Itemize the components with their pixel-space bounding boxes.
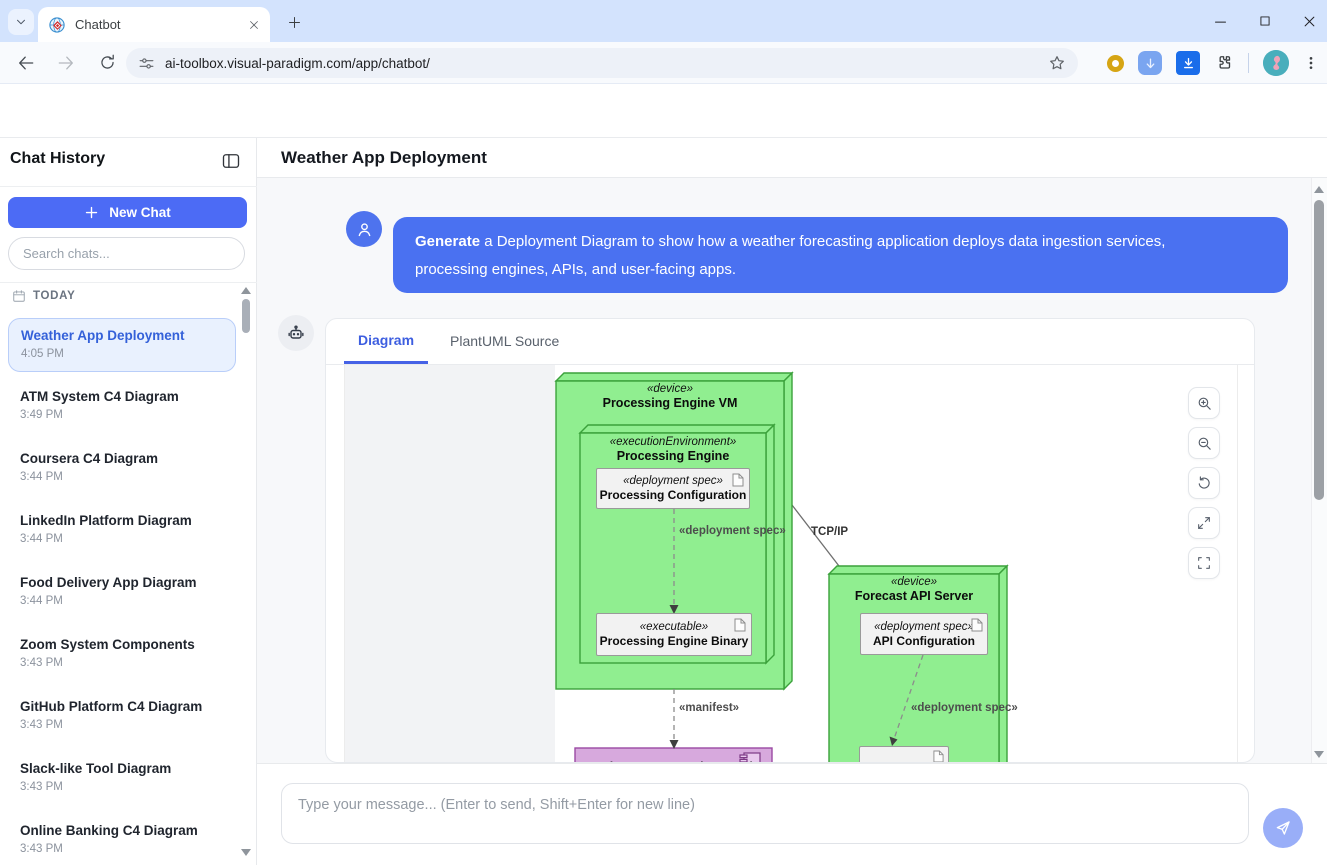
extensions-puzzle-icon[interactable] <box>1214 53 1234 73</box>
artifact-processing-configuration: «deployment spec» Processing Configurati… <box>596 468 750 509</box>
deployment-diagram-shapes <box>345 365 1238 763</box>
document-icon <box>933 750 944 763</box>
chat-item-online-banking[interactable]: Online Banking C4 Diagram 3:43 PM <box>8 814 236 865</box>
send-button[interactable] <box>1263 808 1303 848</box>
chat-item-food-delivery[interactable]: Food Delivery App Diagram 3:44 PM <box>8 566 236 620</box>
edge-label-manifest: «manifest» <box>679 702 739 714</box>
window-controls <box>1213 0 1317 42</box>
user-message-avatar <box>346 211 382 247</box>
zoom-in-button[interactable] <box>1188 387 1220 419</box>
user-message-bubble: Generate a Deployment Diagram to show ho… <box>393 217 1288 293</box>
artifact-processing-engine-binary: «executable» Processing Engine Binary <box>596 613 752 656</box>
chat-item-atm-system[interactable]: ATM System C4 Diagram 3:49 PM <box>8 380 236 434</box>
diagram-tabbar: Diagram PlantUML Source <box>326 319 1254 365</box>
tab-plantuml-source[interactable]: PlantUML Source <box>446 318 563 364</box>
sidebar-scroll-up-arrow[interactable] <box>241 287 251 294</box>
extensions-row <box>1107 42 1319 84</box>
zoom-in-icon <box>1196 395 1213 412</box>
message-line2: processing engines, APIs, and user-facin… <box>415 261 736 278</box>
page-title: Weather App Deployment <box>281 148 487 168</box>
document-icon <box>734 618 746 632</box>
tab-title: Chatbot <box>75 17 248 32</box>
message-input[interactable] <box>281 783 1249 844</box>
browser-window: Chatbot ai-toolbox.visual-paradigm.com/a… <box>0 0 1327 865</box>
reload-button[interactable] <box>98 53 117 72</box>
person-icon <box>355 220 374 239</box>
node-processing-vm-label: «device» Processing Engine VM <box>556 383 784 410</box>
sidebar-scroll-down-arrow[interactable] <box>241 849 251 856</box>
sidebar-divider <box>0 186 257 187</box>
new-tab-button[interactable] <box>282 10 306 34</box>
diagram-card: Diagram PlantUML Source <box>325 318 1255 763</box>
plus-icon <box>84 205 99 220</box>
diagram-viewport[interactable]: «device» Processing Engine VM «execution… <box>344 365 1238 763</box>
tab-diagram[interactable]: Diagram <box>344 318 428 364</box>
new-chat-button[interactable]: New Chat <box>8 197 247 228</box>
today-section-header: TODAY <box>12 289 75 303</box>
close-button[interactable] <box>1302 14 1317 29</box>
main-scroll-down-arrow[interactable] <box>1314 751 1324 758</box>
sidebar-title: Chat History <box>10 150 105 168</box>
assistant-avatar <box>278 315 314 351</box>
browser-tabstrip: Chatbot <box>0 0 1327 42</box>
expand-arrows-icon <box>1196 515 1212 531</box>
chat-item-zoom-system[interactable]: Zoom System Components 3:43 PM <box>8 628 236 682</box>
artifact-api-executable: «executable» <box>859 746 949 763</box>
sidebar-scrollbar[interactable] <box>242 299 250 333</box>
expand-button[interactable] <box>1188 507 1220 539</box>
chat-item-linkedin[interactable]: LinkedIn Platform Diagram 3:44 PM <box>8 504 236 558</box>
send-plane-icon <box>1274 819 1292 837</box>
reset-view-button[interactable] <box>1188 467 1220 499</box>
app-header: Chatbot Visual Paradigm AI Assistant for… <box>0 84 1327 138</box>
document-icon <box>971 618 983 632</box>
edge-label-deployment-spec-2: «deployment spec» <box>911 702 1018 714</box>
edge-label-deployment-spec-1: «deployment spec» <box>679 525 786 537</box>
zoom-out-icon <box>1196 435 1213 452</box>
visual-paradigm-favicon <box>48 16 66 34</box>
extension-download-icon[interactable] <box>1176 51 1200 75</box>
bookmark-star-icon[interactable] <box>1048 54 1066 72</box>
zoom-out-button[interactable] <box>1188 427 1220 459</box>
message-line1: a Deployment Diagram to show how a weath… <box>480 233 1165 250</box>
chat-item-weather-app-deployment[interactable]: Weather App Deployment 4:05 PM <box>8 318 236 372</box>
sidebar-divider2 <box>0 282 257 283</box>
browser-menu-icon[interactable] <box>1303 55 1319 71</box>
calendar-icon <box>12 289 26 303</box>
browser-tab[interactable]: Chatbot <box>38 7 270 42</box>
address-bar[interactable]: ai-toolbox.visual-paradigm.com/app/chatb… <box>126 48 1078 78</box>
fullscreen-brackets-icon <box>1196 555 1212 571</box>
minimize-button[interactable] <box>1213 14 1228 29</box>
diagram-zoom-controls <box>1188 387 1220 579</box>
main-scrollbar-thumb[interactable] <box>1314 200 1324 500</box>
chat-item-slack-like[interactable]: Slack-like Tool Diagram 3:43 PM <box>8 752 236 806</box>
back-button[interactable] <box>16 53 36 73</box>
profile-avatar[interactable] <box>1263 50 1289 76</box>
message-bold-text: Generate <box>415 233 480 250</box>
tab-search-button[interactable] <box>8 9 34 35</box>
site-info-icon[interactable] <box>138 55 155 72</box>
node-forecast-api-server-label: «device» Forecast API Server <box>829 576 999 603</box>
fullscreen-button[interactable] <box>1188 547 1220 579</box>
edge-label-tcpip: TCP/IP <box>811 526 848 538</box>
search-chats-input[interactable] <box>8 237 245 270</box>
extension-arrow-icon[interactable] <box>1138 51 1162 75</box>
chevron-down-icon <box>14 15 28 29</box>
chat-item-github[interactable]: GitHub Platform C4 Diagram 3:43 PM <box>8 690 236 744</box>
toolbar-separator <box>1248 53 1249 73</box>
forward-button[interactable] <box>56 53 76 73</box>
robot-icon <box>286 323 306 343</box>
maximize-button[interactable] <box>1258 14 1272 28</box>
reset-icon <box>1196 475 1213 492</box>
document-icon <box>732 473 744 487</box>
node-processing-engine-label: «executionEnvironment» Processing Engine <box>580 436 766 463</box>
sidebar-collapse-button[interactable] <box>219 149 243 173</box>
main-scroll-up-arrow[interactable] <box>1314 186 1324 193</box>
chat-item-coursera[interactable]: Coursera C4 Diagram 3:44 PM <box>8 442 236 496</box>
extension-ring-icon[interactable] <box>1107 55 1124 72</box>
tab-close-icon[interactable] <box>248 19 260 31</box>
artifact-api-configuration: «deployment spec» API Configuration <box>860 613 988 655</box>
url-text[interactable]: ai-toolbox.visual-paradigm.com/app/chatb… <box>165 56 1048 71</box>
